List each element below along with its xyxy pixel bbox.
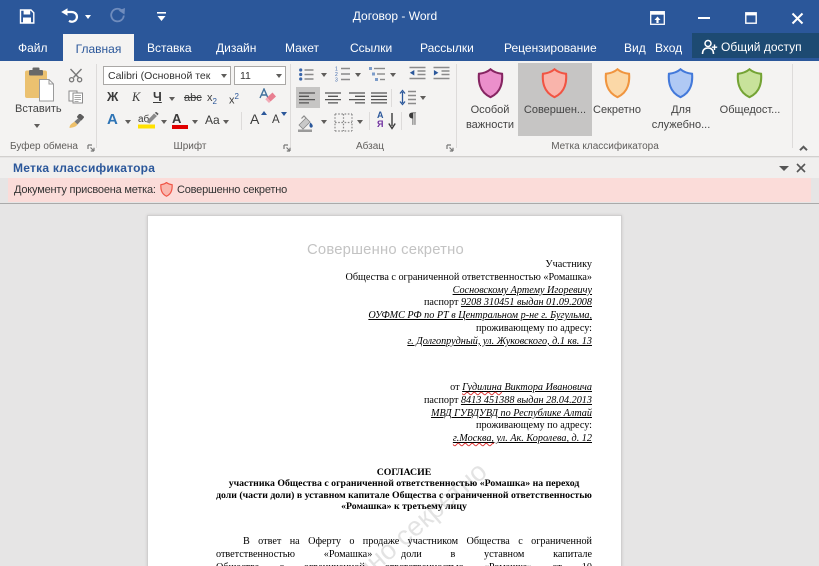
svg-text:аб: аб <box>138 113 150 125</box>
svg-text:3: 3 <box>335 78 338 83</box>
